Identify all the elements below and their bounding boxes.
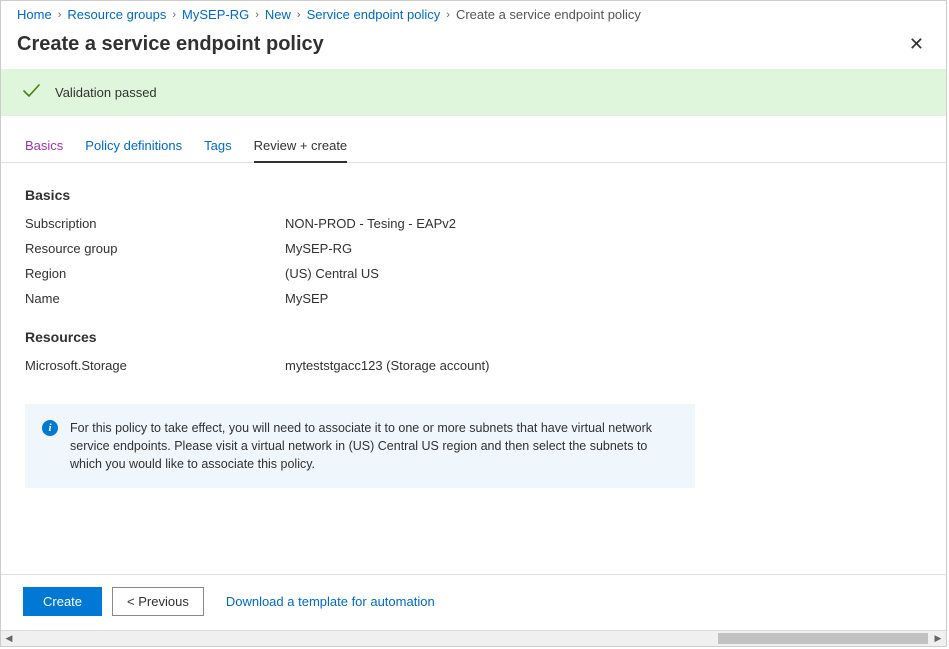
summary-value: myteststgacc123 (Storage account) bbox=[285, 358, 922, 373]
tab-review-create[interactable]: Review + create bbox=[254, 138, 348, 163]
tab-policy-definitions[interactable]: Policy definitions bbox=[85, 138, 182, 163]
info-text: For this policy to take effect, you will… bbox=[70, 419, 678, 473]
summary-label: Subscription bbox=[25, 216, 285, 231]
scrollbar-thumb[interactable] bbox=[718, 633, 928, 644]
page-title: Create a service endpoint policy bbox=[17, 33, 324, 56]
breadcrumb: Home › Resource groups › MySEP-RG › New … bbox=[1, 1, 946, 26]
chevron-right-icon: › bbox=[446, 9, 450, 21]
chevron-right-icon: › bbox=[172, 9, 176, 21]
summary-label: Name bbox=[25, 291, 285, 306]
summary-value: NON-PROD - Tesing - EAPv2 bbox=[285, 216, 922, 231]
breadcrumb-item-new[interactable]: New bbox=[265, 7, 291, 22]
validation-banner: Validation passed bbox=[1, 69, 946, 116]
horizontal-scrollbar[interactable]: ◀ ▶ bbox=[1, 630, 946, 646]
chevron-right-icon: › bbox=[297, 9, 301, 21]
summary-row: Name MySEP bbox=[25, 286, 922, 311]
summary-row: Region (US) Central US bbox=[25, 261, 922, 286]
summary-value: MySEP bbox=[285, 291, 922, 306]
close-icon[interactable]: ✕ bbox=[903, 30, 930, 59]
summary-row: Resource group MySEP-RG bbox=[25, 236, 922, 261]
tab-basics[interactable]: Basics bbox=[25, 138, 63, 163]
title-row: Create a service endpoint policy ✕ bbox=[1, 26, 946, 69]
summary-value: (US) Central US bbox=[285, 266, 922, 281]
azure-create-sep-blade: Home › Resource groups › MySEP-RG › New … bbox=[0, 0, 947, 647]
breadcrumb-item-resource-groups[interactable]: Resource groups bbox=[67, 7, 166, 22]
breadcrumb-item-service-endpoint-policy[interactable]: Service endpoint policy bbox=[307, 7, 441, 22]
breadcrumb-item-mysep-rg[interactable]: MySEP-RG bbox=[182, 7, 249, 22]
scroll-left-icon[interactable]: ◀ bbox=[1, 631, 17, 646]
download-template-link[interactable]: Download a template for automation bbox=[226, 594, 435, 609]
section-heading-resources: Resources bbox=[25, 329, 922, 345]
summary-row: Subscription NON-PROD - Tesing - EAPv2 bbox=[25, 211, 922, 236]
section-heading-basics: Basics bbox=[25, 187, 922, 203]
tabs: Basics Policy definitions Tags Review + … bbox=[1, 116, 946, 163]
summary-label: Region bbox=[25, 266, 285, 281]
summary-value: MySEP-RG bbox=[285, 241, 922, 256]
previous-button[interactable]: < Previous bbox=[112, 587, 204, 616]
chevron-right-icon: › bbox=[58, 9, 62, 21]
info-box: i For this policy to take effect, you wi… bbox=[25, 404, 695, 488]
tab-tags[interactable]: Tags bbox=[204, 138, 231, 163]
info-icon: i bbox=[42, 420, 58, 436]
summary-row: Microsoft.Storage myteststgacc123 (Stora… bbox=[25, 353, 922, 378]
review-content: Basics Subscription NON-PROD - Tesing - … bbox=[1, 163, 946, 574]
validation-message: Validation passed bbox=[55, 85, 157, 100]
breadcrumb-item-home[interactable]: Home bbox=[17, 7, 52, 22]
summary-label: Microsoft.Storage bbox=[25, 358, 285, 373]
scroll-right-icon[interactable]: ▶ bbox=[930, 631, 946, 646]
chevron-right-icon: › bbox=[255, 9, 259, 21]
checkmark-icon bbox=[21, 81, 41, 104]
breadcrumb-current: Create a service endpoint policy bbox=[456, 7, 641, 22]
summary-label: Resource group bbox=[25, 241, 285, 256]
footer-actions: Create < Previous Download a template fo… bbox=[1, 574, 946, 630]
create-button[interactable]: Create bbox=[23, 587, 102, 616]
